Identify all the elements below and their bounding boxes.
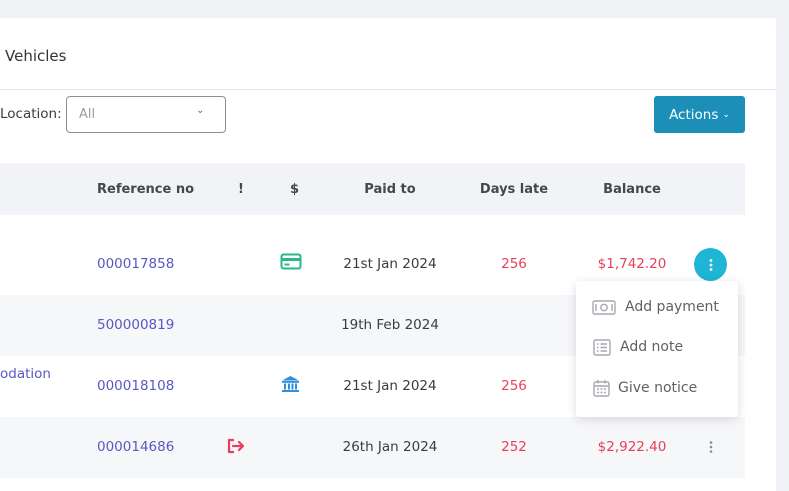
paid-to-value: 26th Jan 2024 [342, 439, 438, 455]
page-title: Vehicles [5, 47, 67, 65]
days-late-value: 256 [501, 378, 527, 394]
balance-value: $1,742.20 [597, 256, 667, 272]
exit-icon [226, 438, 246, 458]
days-late-value: 256 [501, 256, 527, 272]
column-header-paid-to[interactable]: Paid to [325, 182, 455, 197]
column-header-days-late[interactable]: Days late [477, 182, 551, 197]
list-icon [593, 339, 611, 360]
reference-link[interactable]: 500000819 [97, 317, 174, 333]
page-header: Vehicles [0, 18, 776, 90]
location-select[interactable]: All ⌄ [66, 96, 226, 133]
chevron-down-icon: ⌄ [722, 109, 730, 120]
calendar-icon [593, 379, 610, 401]
partial-name-link[interactable]: odation [0, 366, 51, 382]
row-menu-button[interactable] [694, 248, 727, 281]
menu-item-add-payment[interactable]: Add payment [576, 288, 738, 328]
reference-link[interactable]: 000017858 [97, 256, 174, 272]
menu-item-add-note[interactable]: Add note [576, 328, 738, 368]
reference-link[interactable]: 000014686 [97, 439, 174, 455]
reference-link[interactable]: 000018108 [97, 378, 174, 394]
chevron-down-icon: ⌄ [196, 105, 205, 116]
column-header-payment[interactable]: $ [290, 182, 299, 197]
cash-icon [592, 300, 616, 319]
menu-item-label: Add note [620, 339, 684, 355]
column-header-alert[interactable]: ! [238, 182, 244, 197]
row-menu-button[interactable] [699, 435, 723, 459]
table-row[interactable]: 000014686 26th Jan 2024 252 $2,922.40 [0, 417, 745, 478]
actions-button-label: Actions [669, 106, 719, 123]
column-header-reference[interactable]: Reference no [97, 182, 194, 197]
column-header-balance[interactable]: Balance [582, 182, 682, 197]
card-icon [280, 253, 302, 274]
menu-item-label: Give notice [618, 380, 698, 396]
paid-to-value: 21st Jan 2024 [343, 378, 437, 394]
paid-to-value: 21st Jan 2024 [343, 256, 437, 272]
paid-to-value: 19th Feb 2024 [341, 317, 439, 333]
bank-icon [281, 375, 300, 397]
kebab-icon [709, 441, 713, 453]
kebab-icon [709, 258, 712, 271]
actions-button[interactable]: Actions ⌄ [654, 96, 745, 133]
location-filter-label: Location: [0, 106, 62, 122]
menu-item-give-notice[interactable]: Give notice [576, 369, 738, 409]
balance-value: $2,922.40 [597, 439, 667, 455]
row-actions-menu: Add payment Add note Give notice [576, 281, 738, 417]
days-late-value: 252 [501, 439, 527, 455]
menu-item-label: Add payment [625, 299, 719, 315]
table-header: Reference no ! $ Paid to Days late Balan… [0, 163, 745, 215]
location-select-value: All [79, 107, 96, 122]
